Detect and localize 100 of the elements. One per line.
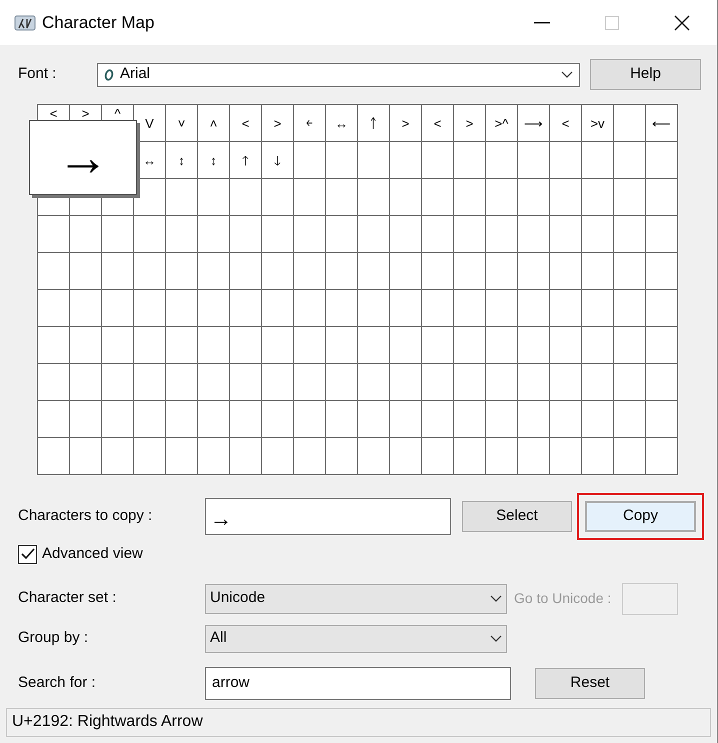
character-cell[interactable] [646,253,678,290]
character-cell[interactable]: ˃v [582,105,614,142]
character-cell[interactable] [422,364,454,401]
character-cell[interactable] [518,401,550,438]
character-cell[interactable] [614,290,646,327]
character-cell[interactable] [294,290,326,327]
character-cell[interactable]: ↔ [326,105,358,142]
character-cell[interactable] [134,253,166,290]
character-cell[interactable] [646,142,678,179]
character-cell[interactable] [486,327,518,364]
character-cell[interactable] [582,142,614,179]
character-cell[interactable] [262,179,294,216]
character-cell[interactable] [38,216,70,253]
character-cell[interactable] [38,290,70,327]
character-cell[interactable] [390,438,422,475]
character-cell[interactable] [230,438,262,475]
character-cell[interactable] [614,179,646,216]
character-cell[interactable] [166,216,198,253]
character-cell[interactable] [518,216,550,253]
character-cell[interactable] [230,401,262,438]
character-set-dropdown[interactable]: Unicode [205,584,507,614]
character-cell[interactable] [166,253,198,290]
character-cell[interactable]: ↕ [166,142,198,179]
character-cell[interactable] [262,364,294,401]
character-cell[interactable] [70,327,102,364]
character-cell[interactable] [550,290,582,327]
character-cell[interactable]: ↕ [198,142,230,179]
character-cell[interactable] [614,438,646,475]
character-cell[interactable] [454,438,486,475]
font-dropdown[interactable]: Arial [97,62,580,86]
character-cell[interactable] [358,253,390,290]
character-cell[interactable] [38,327,70,364]
character-cell[interactable] [550,401,582,438]
character-cell[interactable] [134,327,166,364]
character-cell[interactable] [326,290,358,327]
character-cell[interactable] [166,327,198,364]
character-cell[interactable]: ˃ [390,105,422,142]
character-cell[interactable] [518,290,550,327]
character-cell[interactable] [102,216,134,253]
character-cell[interactable] [294,327,326,364]
character-cell[interactable] [326,253,358,290]
character-cell[interactable] [166,401,198,438]
character-cell[interactable] [262,290,294,327]
character-cell[interactable] [38,364,70,401]
character-cell[interactable] [102,401,134,438]
character-cell[interactable] [646,401,678,438]
character-cell[interactable] [38,438,70,475]
search-field[interactable]: arrow [205,666,511,700]
character-cell[interactable] [198,401,230,438]
character-cell[interactable] [550,142,582,179]
character-cell[interactable] [326,364,358,401]
character-cell[interactable] [486,290,518,327]
character-cell[interactable] [134,438,166,475]
character-cell[interactable] [294,179,326,216]
character-cell[interactable] [454,290,486,327]
character-cell[interactable] [198,216,230,253]
group-by-dropdown[interactable]: All [205,624,507,652]
character-cell[interactable] [422,438,454,475]
character-cell[interactable] [70,401,102,438]
character-cell[interactable] [102,290,134,327]
character-cell[interactable] [262,327,294,364]
character-cell[interactable]: ˃ [454,105,486,142]
character-cell[interactable] [102,364,134,401]
character-cell[interactable] [582,364,614,401]
character-cell[interactable] [550,438,582,475]
character-cell[interactable] [550,216,582,253]
character-cell[interactable] [390,142,422,179]
character-cell[interactable] [486,253,518,290]
character-cell[interactable] [454,364,486,401]
character-cell[interactable] [134,290,166,327]
character-cell[interactable] [582,438,614,475]
character-cell[interactable] [262,438,294,475]
character-cell[interactable] [262,401,294,438]
character-cell[interactable] [614,142,646,179]
character-cell[interactable] [422,216,454,253]
character-cell[interactable] [390,253,422,290]
character-cell[interactable] [358,438,390,475]
character-cell[interactable] [198,364,230,401]
character-cell[interactable] [646,216,678,253]
character-cell[interactable] [294,401,326,438]
character-cell[interactable] [358,142,390,179]
character-cell[interactable] [390,364,422,401]
character-cell[interactable] [358,216,390,253]
character-cell[interactable] [454,401,486,438]
character-cell[interactable] [230,179,262,216]
character-cell[interactable]: ˂ [230,105,262,142]
character-cell[interactable] [390,401,422,438]
character-cell[interactable] [262,216,294,253]
character-cell[interactable] [454,253,486,290]
character-cell[interactable] [486,401,518,438]
character-cell[interactable] [326,327,358,364]
advanced-view-checkbox[interactable] [18,544,37,564]
character-cell[interactable]: ˃^ [486,105,518,142]
character-cell[interactable] [646,438,678,475]
character-cell[interactable] [294,364,326,401]
character-cell[interactable]: ˅ [166,105,198,142]
character-cell[interactable] [582,216,614,253]
character-cell[interactable] [422,179,454,216]
character-cell[interactable]: ˂ [422,105,454,142]
character-cell[interactable] [518,327,550,364]
